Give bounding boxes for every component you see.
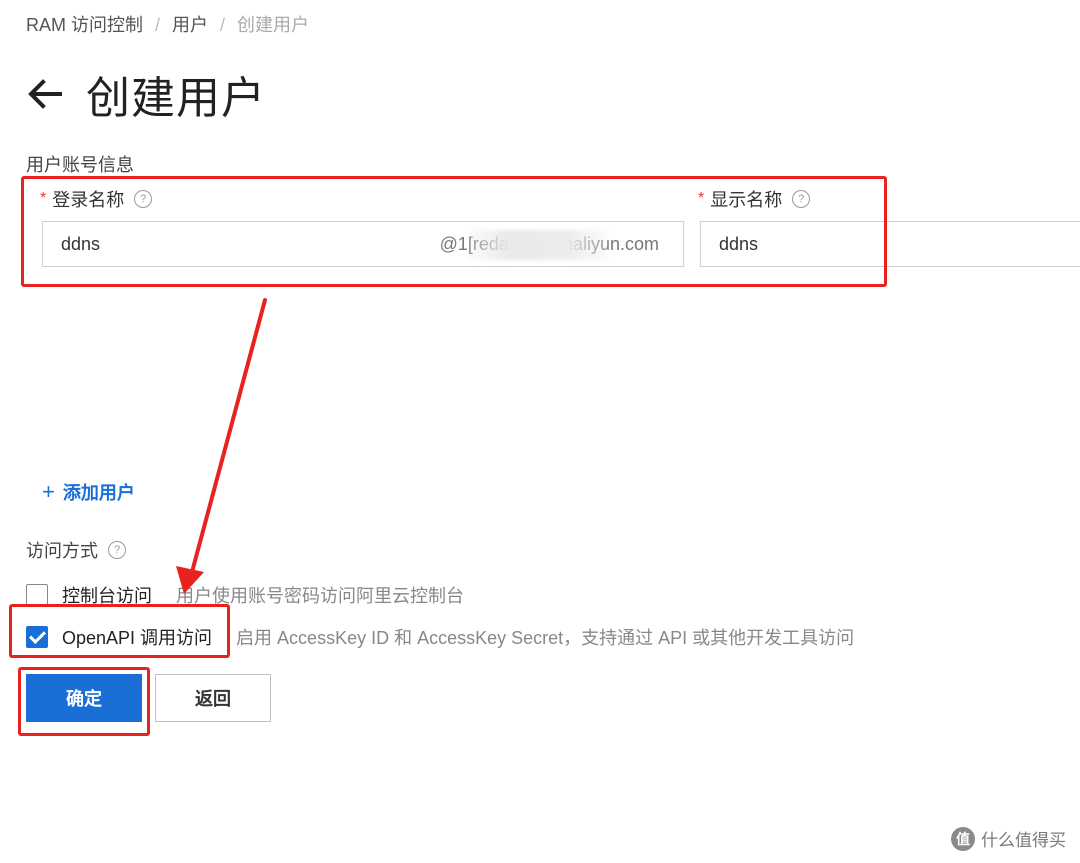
help-icon[interactable]: ?	[108, 541, 126, 559]
breadcrumb-separator: /	[220, 15, 226, 35]
breadcrumb: RAM 访问控制 / 用户 / 创建用户	[26, 12, 309, 38]
breadcrumb-separator: /	[155, 15, 161, 35]
watermark: 值 什么值得买	[951, 826, 1066, 851]
watermark-text: 什么值得买	[981, 831, 1066, 850]
breadcrumb-create-user: 创建用户	[237, 15, 310, 35]
add-user-label: 添加用户	[62, 483, 135, 503]
back-arrow-icon[interactable]	[24, 73, 66, 115]
annotation-box-openapi	[9, 604, 230, 658]
breadcrumb-ram[interactable]: RAM 访问控制	[26, 15, 143, 35]
page-title: 创建用户	[86, 74, 266, 123]
console-access-checkbox[interactable]	[26, 584, 48, 606]
breadcrumb-users[interactable]: 用户	[172, 15, 208, 35]
page-header: 创建用户	[24, 64, 266, 124]
access-method-label: 访问方式 ?	[26, 537, 126, 563]
create-user-page: RAM 访问控制 / 用户 / 创建用户 创建用户 用户账号信息 * 登录名称 ? * …	[0, 0, 1080, 863]
watermark-logo-icon: 值	[951, 826, 975, 851]
add-user-link[interactable]: + 添加用户	[42, 479, 135, 505]
annotation-box-confirm	[18, 667, 150, 736]
plus-icon: +	[42, 479, 55, 504]
section-label-account-info: 用户账号信息	[26, 155, 134, 175]
access-method-label-text: 访问方式	[26, 541, 98, 561]
back-button[interactable]: 返回	[155, 674, 271, 722]
annotation-arrow	[176, 298, 267, 594]
openapi-access-description: 启用 AccessKey ID 和 AccessKey Secret，支持通过 …	[236, 628, 855, 648]
annotation-box-name-fields	[21, 176, 887, 287]
